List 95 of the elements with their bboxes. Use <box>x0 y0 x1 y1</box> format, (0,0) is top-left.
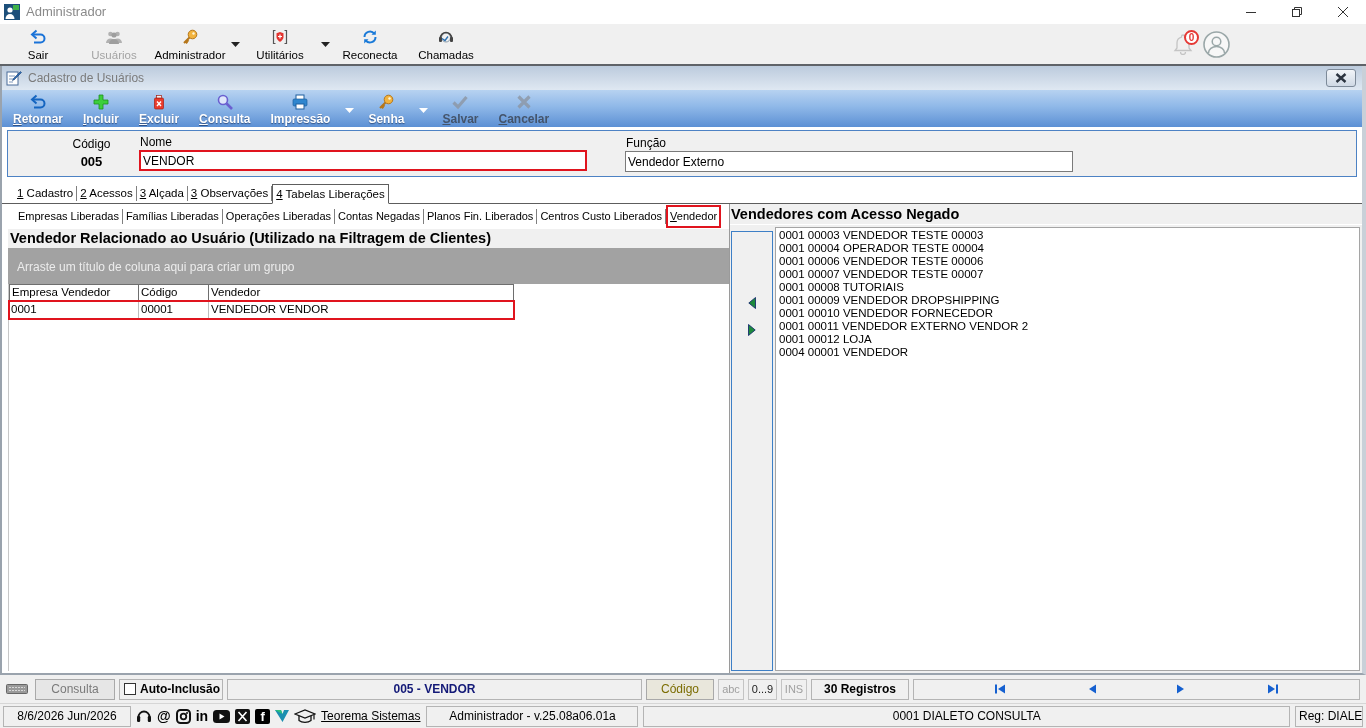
key-icon <box>378 94 395 110</box>
shield-icon <box>272 29 288 45</box>
return-arrow-icon <box>30 29 46 45</box>
tab[interactable]: Planos Fin. Liberados <box>423 209 538 224</box>
headset-icon[interactable] <box>136 708 152 724</box>
f-logo-link[interactable]: f <box>255 708 271 724</box>
search-icon <box>216 94 233 110</box>
text-field[interactable]: VENDOR <box>139 150 587 171</box>
mode-indicator: INS <box>781 678 807 700</box>
field-label: Nome <box>140 135 173 150</box>
checkbox[interactable] <box>124 683 136 695</box>
list-item[interactable]: 0001 00006 VENDEDOR TESTE 00006 <box>779 255 1356 268</box>
list-item[interactable]: 0001 00004 OPERADOR TESTE 00004 <box>779 242 1356 255</box>
toolbar-button[interactable]: Reconecta <box>332 24 408 64</box>
version-indicator: Administrador - v.25.08a06.01a <box>426 705 639 727</box>
printer-icon <box>292 94 309 110</box>
list-item[interactable]: 0001 00003 VENDEDOR TESTE 00003 <box>779 229 1356 242</box>
key-icon <box>182 29 198 45</box>
tab[interactable]: Empresas Liberadas <box>15 209 123 224</box>
website-link[interactable]: Teorema Sistemas <box>321 707 421 725</box>
checkbox-label: Auto-Inclusão <box>140 681 220 698</box>
list-item[interactable]: 0001 00011 VENDEDOR EXTERNO VENDOR 2 <box>779 320 1356 333</box>
refresh-icon <box>362 29 378 45</box>
caret-icon[interactable] <box>320 41 330 47</box>
tab[interactable]: 3 Alçada <box>136 186 188 201</box>
tab[interactable]: Centros Custo Liberados <box>537 209 667 224</box>
check-icon <box>452 94 469 110</box>
tab[interactable]: Famílias Liberadas <box>122 209 223 224</box>
table-cell: VENDEDOR VENDOR <box>209 301 514 319</box>
people-icon <box>106 29 122 45</box>
panel-title: Vendedores com Acesso Negado <box>730 204 1362 225</box>
close-icon[interactable] <box>1338 7 1348 17</box>
keyboard-icon[interactable] <box>6 684 28 694</box>
tab[interactable]: 1 Cadastro <box>14 186 78 201</box>
table-cell: 0001 <box>9 301 139 319</box>
cancel-icon <box>515 94 532 110</box>
close-button[interactable] <box>1326 69 1356 87</box>
toolbar-button[interactable]: Sair <box>0 24 76 64</box>
group-hint-text: Arraste um título de coluna aqui para criar um grupo <box>17 260 295 274</box>
tab[interactable]: Vendedor <box>666 205 722 228</box>
column-header[interactable]: Vendedor <box>209 284 514 301</box>
right-arrow-icon[interactable] <box>748 324 756 336</box>
company-indicator: 0001 DIALETO CONSULTA <box>643 705 1290 727</box>
toolbar-button[interactable]: Utilitários <box>242 24 318 64</box>
toolbar-button[interactable]: Administrador <box>152 24 228 64</box>
record-count: 30 Registros <box>811 678 909 700</box>
restore-icon[interactable] <box>1292 7 1302 17</box>
graduation-cap-icon[interactable] <box>294 708 317 724</box>
list-item[interactable]: 0001 00012 LOJA <box>779 333 1356 346</box>
last-record-icon[interactable] <box>1268 684 1279 694</box>
list-item[interactable]: 0004 00001 VENDEDOR <box>779 346 1356 359</box>
left-arrow-icon[interactable] <box>748 297 756 309</box>
notification-badge: 0 <box>1184 30 1199 45</box>
app-logo-icon <box>4 4 20 20</box>
return-arrow-icon <box>30 94 46 110</box>
document-pencil-icon <box>6 70 22 86</box>
mode-button[interactable]: Consulta <box>35 678 115 700</box>
close-icon <box>1335 73 1347 83</box>
list-item[interactable]: 0001 00007 VENDEDOR TESTE 00007 <box>779 268 1356 281</box>
chevron-logo-icon[interactable] <box>275 710 290 722</box>
record-indicator: 005 - VENDOR <box>227 678 642 700</box>
tab[interactable]: Operações Liberadas <box>222 209 335 224</box>
plus-icon <box>93 94 109 110</box>
mode-indicator: abc <box>718 678 744 700</box>
caret-icon[interactable] <box>230 41 240 47</box>
table-cell: 00001 <box>139 301 209 319</box>
list-item[interactable]: 0001 00009 VENDEDOR DROPSHIPPING <box>779 294 1356 307</box>
list-item[interactable]: 0001 00008 TUTORIAIS <box>779 281 1356 294</box>
headset-icon <box>438 29 454 45</box>
tab[interactable]: Contas Negadas <box>335 209 424 224</box>
play-button-icon[interactable] <box>213 709 231 723</box>
window-title: Administrador <box>26 3 107 22</box>
list-item[interactable]: 0001 00010 VENDEDOR FORNECEDOR <box>779 307 1356 320</box>
camera-icon[interactable] <box>175 708 191 724</box>
column-header[interactable]: Código <box>139 284 209 301</box>
form-title: Cadastro de Usuários <box>28 70 145 87</box>
text-field[interactable]: Vendedor Externo <box>625 151 1073 172</box>
table-row[interactable]: 0001 00001 VENDEDOR VENDOR <box>9 301 514 319</box>
sort-button[interactable]: Código <box>646 678 714 700</box>
toolbar-button[interactable]: Chamadas <box>408 24 484 64</box>
date-indicator: 8/6/2026 Jun/2026 <box>3 705 131 727</box>
tab[interactable]: 4 Tabelas Liberações <box>272 184 389 204</box>
at-sign-link[interactable]: @ <box>157 708 171 724</box>
field-label: Função <box>626 136 668 151</box>
bell-icon <box>1173 33 1193 55</box>
mode-indicator: 0...9 <box>748 678 777 700</box>
first-record-icon[interactable] <box>994 684 1005 694</box>
field-label: Código <box>71 136 112 153</box>
registration-indicator: Reg: DIALE <box>1295 705 1363 727</box>
in-logo-link[interactable]: in <box>195 708 209 724</box>
code-value: 005 <box>79 153 104 170</box>
x-mark-icon[interactable] <box>235 708 251 724</box>
panel-title: Vendedor Relacionado ao Usuário (Utilizado na Filtragem de Clientes) <box>8 229 729 248</box>
column-header[interactable]: Empresa Vendedor <box>9 284 139 301</box>
tab[interactable]: 2 Acessos <box>77 186 137 201</box>
